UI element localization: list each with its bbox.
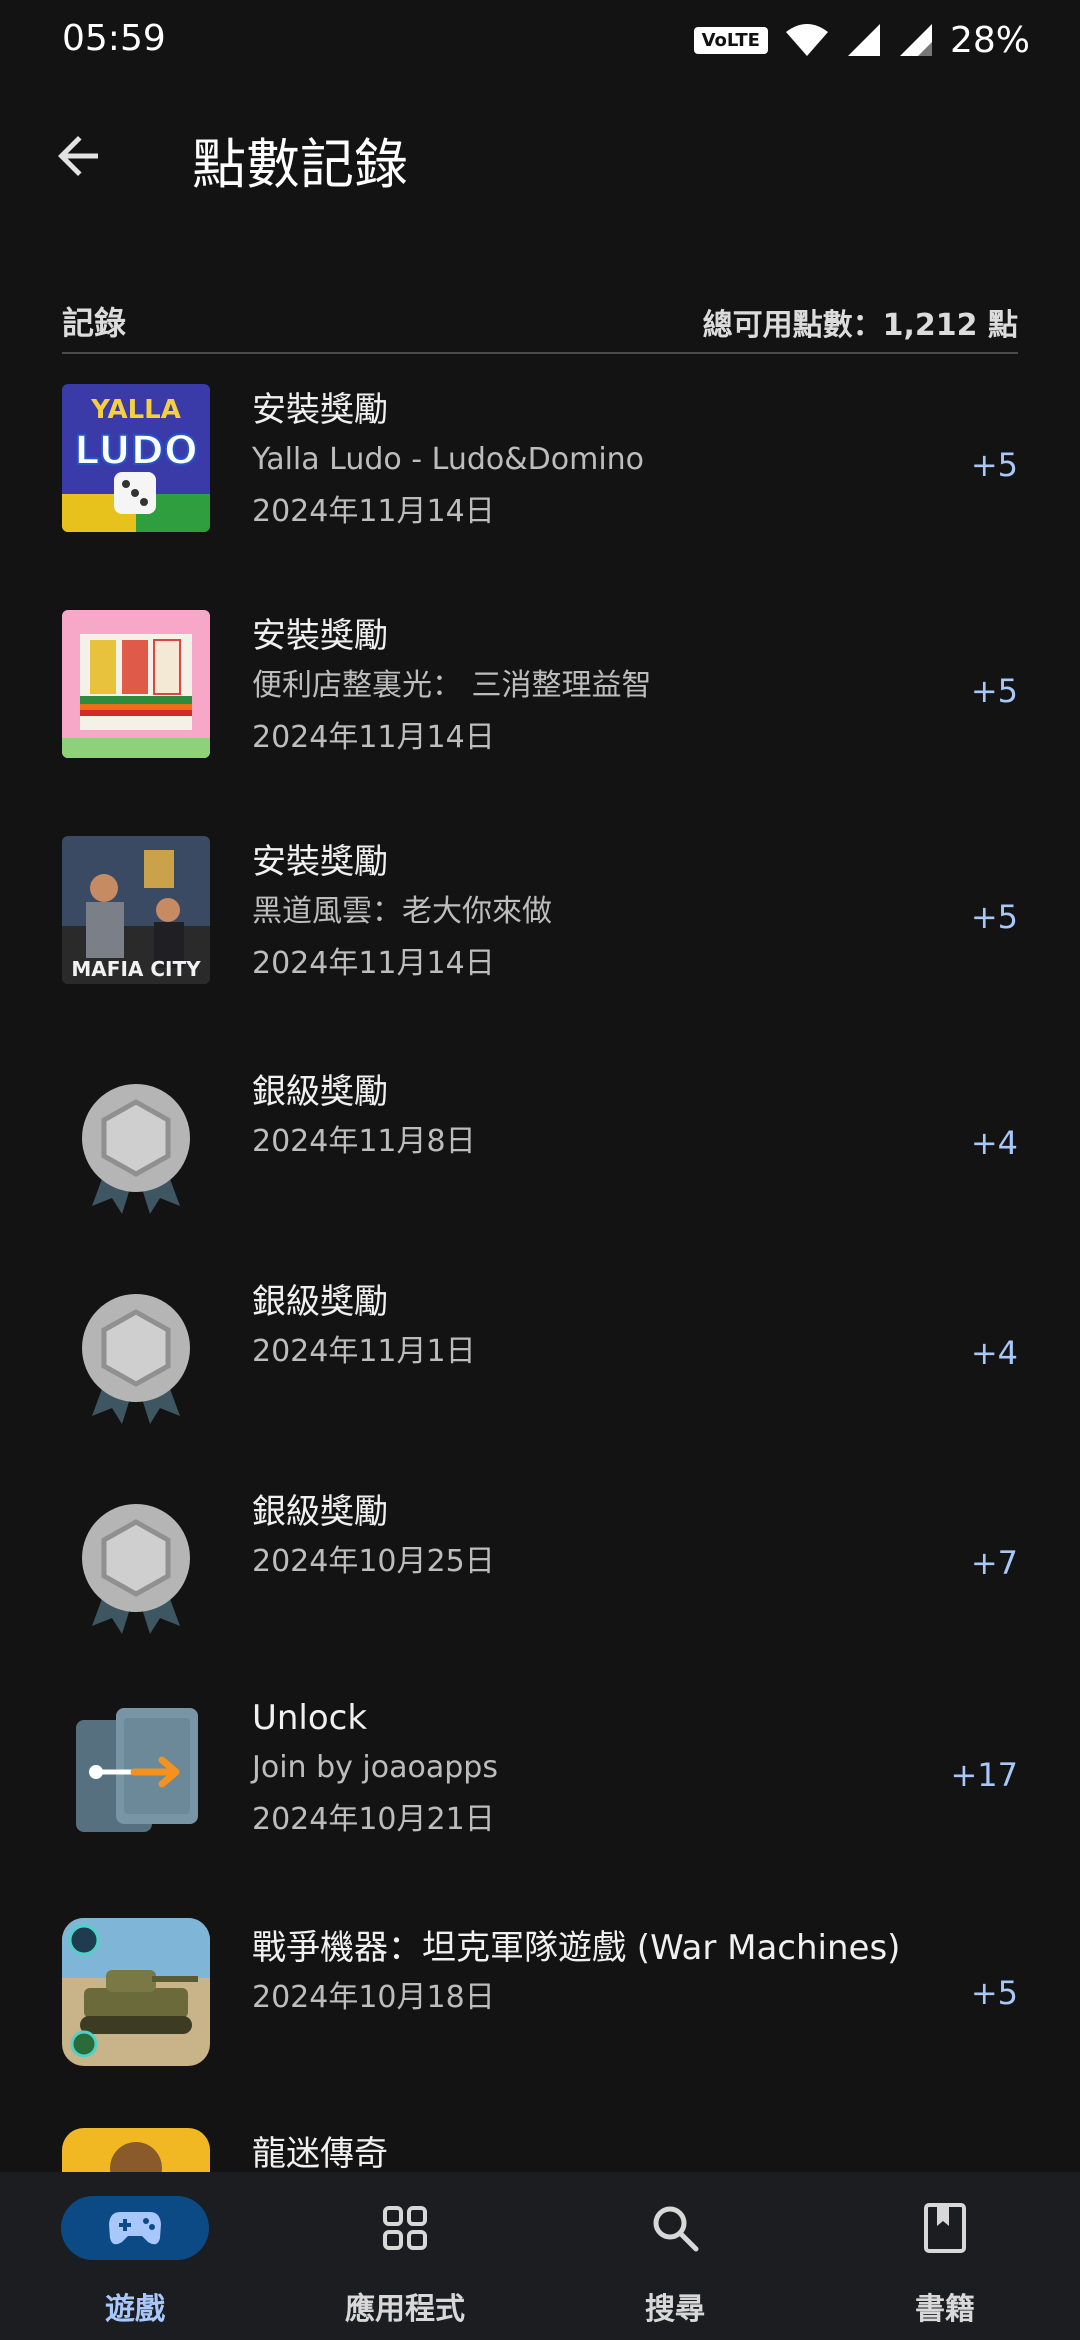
signal-icon (847, 24, 880, 56)
records-list[interactable]: YALLA LUDO 安裝獎勵 Yalla Ludo - Ludo&Domino… (0, 360, 1080, 2172)
record-row[interactable]: 銀級獎勵 2024年11月1日 +4 (0, 1248, 1080, 1458)
status-icons: VoLTE 28% (693, 18, 1030, 62)
record-date: 2024年11月1日 (252, 1334, 476, 1369)
record-title: 安裝獎勵 (252, 390, 388, 430)
nav-books-label: 書籍 (915, 2292, 975, 2327)
page-title: 點數記錄 (192, 133, 408, 196)
record-title: 戰爭機器：坦克軍隊遊戲 (War Machines) (252, 1928, 901, 1968)
silver-medal-icon (62, 1492, 210, 1640)
nav-search-label: 搜尋 (645, 2292, 705, 2327)
record-date: 2024年11月14日 (252, 946, 495, 981)
record-date: 2024年10月25日 (252, 1544, 495, 1579)
record-date: 2024年10月18日 (252, 1980, 495, 2015)
record-points: +5 (970, 1974, 1018, 2012)
record-subtitle: Join by joaoapps (252, 1750, 498, 1785)
silver-medal-icon (62, 1282, 210, 1430)
nav-games[interactable]: 遊戲 (0, 2172, 270, 2340)
record-title: 銀級獎勵 (252, 1492, 388, 1532)
signal-icon-2 (899, 24, 932, 56)
book-icon (871, 2196, 1019, 2260)
record-points: +5 (970, 898, 1018, 936)
record-points: +4 (970, 1334, 1018, 1372)
record-title: 安裝獎勵 (252, 616, 388, 656)
gamepad-icon (61, 2196, 209, 2260)
back-arrow-icon[interactable] (48, 126, 108, 186)
svg-text:MAFIA CITY: MAFIA CITY (71, 957, 201, 981)
record-title: 安裝獎勵 (252, 842, 388, 882)
yalla-ludo-app-icon: YALLA LUDO (62, 384, 210, 532)
dragon-game-app-icon (62, 2128, 210, 2172)
records-header: 記錄 總可用點數：1,212 點 (62, 290, 1018, 354)
svg-text:LUDO: LUDO (74, 428, 198, 474)
unlock-app-icon (62, 1700, 210, 1848)
record-points: +5 (970, 672, 1018, 710)
record-title: 銀級獎勵 (252, 1282, 388, 1322)
record-points: +7 (970, 1544, 1018, 1582)
svg-text:YALLA: YALLA (90, 395, 181, 425)
silver-medal-icon (62, 1072, 210, 1220)
record-row[interactable]: YALLA LUDO 安裝獎勵 Yalla Ludo - Ludo&Domino… (0, 360, 1080, 586)
bottom-navigation: 遊戲 應用程式 搜尋 書籍 (0, 2172, 1080, 2340)
record-subtitle: 便利店整裏光： 三消整理益智 (252, 668, 652, 703)
record-row[interactable]: 銀級獎勵 2024年10月25日 +7 (0, 1458, 1080, 1668)
nav-apps-label: 應用程式 (345, 2292, 465, 2327)
record-points: +4 (970, 1124, 1018, 1162)
nav-games-label: 遊戲 (105, 2292, 165, 2327)
mafia-city-app-icon: MAFIA CITY (62, 836, 210, 984)
war-machines-app-icon (62, 1918, 210, 2066)
record-subtitle: 黑道風雲：老大你來做 (252, 894, 552, 929)
record-title: 銀級獎勵 (252, 1072, 388, 1112)
search-icon (601, 2196, 749, 2260)
volte-badge: VoLTE (693, 26, 768, 54)
wifi-icon (785, 24, 828, 56)
record-row[interactable]: 銀級獎勵 2024年11月8日 +4 (0, 1038, 1080, 1248)
convenience-store-app-icon (62, 610, 210, 758)
record-subtitle: Yalla Ludo - Ludo&Domino (252, 442, 645, 477)
record-points: +5 (970, 446, 1018, 484)
nav-apps[interactable]: 應用程式 (270, 2172, 540, 2340)
status-time: 05:59 (62, 18, 166, 59)
battery-level: 28% (949, 19, 1030, 61)
record-date: 2024年11月14日 (252, 494, 495, 529)
nav-search[interactable]: 搜尋 (540, 2172, 810, 2340)
record-title: 龍迷傳奇 (252, 2134, 388, 2172)
record-row[interactable]: 安裝獎勵 便利店整裏光： 三消整理益智 2024年11月14日 +5 (0, 586, 1080, 812)
app-bar: 點數記錄 (0, 100, 1080, 210)
apps-grid-icon (331, 2196, 479, 2260)
record-date: 2024年11月8日 (252, 1124, 476, 1159)
record-date: 2024年10月21日 (252, 1802, 495, 1837)
total-points: 總可用點數：1,212 點 (702, 308, 1018, 343)
record-title: Unlock (252, 1698, 368, 1738)
record-points: +17 (950, 1756, 1018, 1794)
record-row[interactable]: MAFIA CITY 安裝獎勵 黑道風雲：老大你來做 2024年11月14日 +… (0, 812, 1080, 1038)
status-bar: 05:59 VoLTE 28% (0, 0, 1080, 80)
record-date: 2024年11月14日 (252, 720, 495, 755)
section-label: 記錄 (62, 304, 127, 342)
record-row[interactable]: Unlock Join by joaoapps 2024年10月21日 +17 (0, 1668, 1080, 1894)
record-row[interactable]: 戰爭機器：坦克軍隊遊戲 (War Machines) 2024年10月18日 +… (0, 1894, 1080, 2104)
nav-books[interactable]: 書籍 (810, 2172, 1080, 2340)
record-row[interactable]: 龍迷傳奇 (0, 2104, 1080, 2172)
